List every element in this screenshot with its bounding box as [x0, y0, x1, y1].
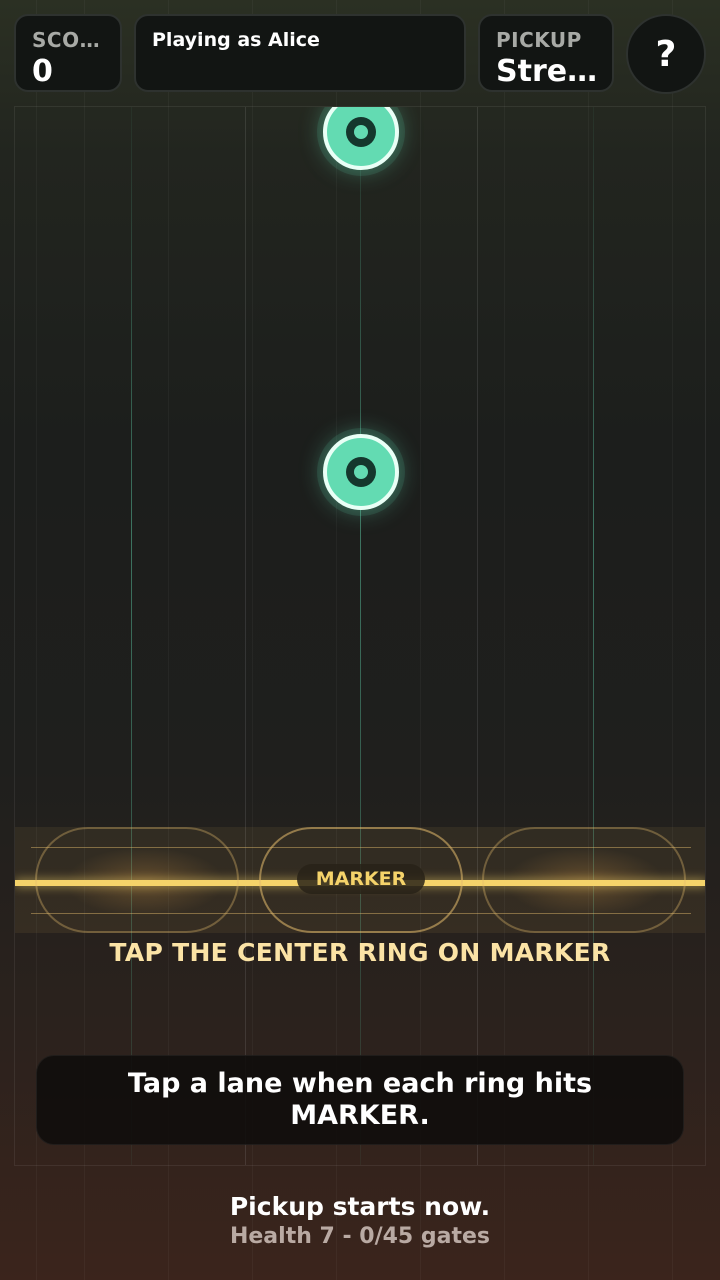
mode-label: PICKUP — [496, 28, 582, 52]
player-name-text: Playing as Alice — [152, 29, 320, 51]
player-panel: Playing as Alice — [134, 14, 466, 92]
tip-panel: Tap a lane when each ring hits MARKER. — [36, 1055, 684, 1145]
ring-center-icon — [346, 457, 376, 487]
score-value: 0 — [32, 54, 53, 89]
score-panel: SCORE 0 — [14, 14, 122, 92]
mode-value: Streak — [496, 54, 600, 89]
playfield[interactable]: MARKER — [14, 106, 706, 1166]
mode-panel: PICKUP Streak — [478, 14, 614, 92]
falling-ring — [323, 434, 399, 510]
lane-pad-left[interactable] — [35, 827, 239, 933]
status-headline: Pickup starts now. — [229, 1192, 491, 1221]
lane-pad-right[interactable] — [482, 827, 686, 933]
lane-divider-left — [245, 107, 246, 1165]
falling-ring — [323, 107, 399, 170]
tip-text: Tap a lane when each ring hits MARKER. — [127, 1068, 593, 1131]
marker-label: MARKER — [297, 864, 425, 894]
lane-track-center — [360, 107, 361, 1165]
lane-divider-right — [477, 107, 478, 1165]
score-label: SCORE — [32, 28, 108, 52]
instruction-text: TAP THE CENTER RING ON MARKER — [109, 938, 611, 967]
ring-center-icon — [346, 117, 376, 147]
status-detail: Health 7 - 0/45 gates — [229, 1224, 491, 1249]
lane-track-right — [593, 107, 594, 1165]
lane-track-left — [131, 107, 132, 1165]
help-button[interactable]: ? — [626, 14, 706, 94]
